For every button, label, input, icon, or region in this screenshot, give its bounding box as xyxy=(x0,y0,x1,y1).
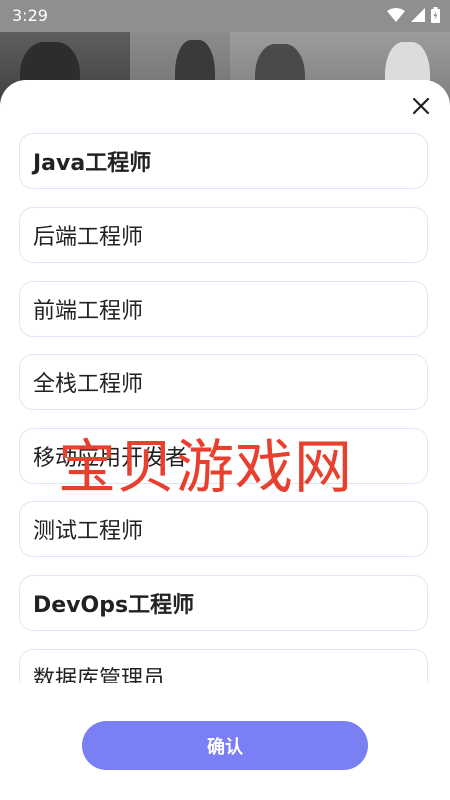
option-label: Java工程师 xyxy=(33,151,152,176)
option-mobile-developer[interactable]: 移动应用开发者 xyxy=(19,428,428,484)
wifi-icon xyxy=(387,8,405,22)
confirm-button[interactable]: 确认 xyxy=(82,721,368,770)
option-fullstack-engineer[interactable]: 全栈工程师 xyxy=(19,354,428,410)
option-label: 全栈工程师 xyxy=(33,372,144,397)
option-devops-engineer[interactable]: DevOps工程师 xyxy=(19,575,428,631)
option-frontend-engineer[interactable]: 前端工程师 xyxy=(19,281,428,337)
battery-icon xyxy=(431,7,440,23)
option-test-engineer[interactable]: 测试工程师 xyxy=(19,501,428,557)
option-database-admin[interactable]: 数据库管理员 xyxy=(19,649,428,683)
status-time: 3:29 xyxy=(12,6,48,25)
option-label: 测试工程师 xyxy=(33,519,144,544)
option-java-engineer[interactable]: Java工程师 xyxy=(19,133,428,189)
bottom-sheet: Java工程师 后端工程师 前端工程师 全栈工程师 移动应用开发者 测试工程师 … xyxy=(0,80,450,800)
job-option-list[interactable]: Java工程师 后端工程师 前端工程师 全栈工程师 移动应用开发者 测试工程师 … xyxy=(0,133,450,683)
option-label: 前端工程师 xyxy=(33,299,144,324)
option-label: 数据库管理员 xyxy=(33,667,166,683)
option-label: 后端工程师 xyxy=(33,225,144,250)
status-icons xyxy=(387,7,440,23)
signal-icon xyxy=(411,8,425,22)
option-label: 移动应用开发者 xyxy=(33,446,188,471)
option-backend-engineer[interactable]: 后端工程师 xyxy=(19,207,428,263)
status-bar: 3:29 xyxy=(0,0,450,32)
option-label: DevOps工程师 xyxy=(33,593,195,618)
close-icon[interactable] xyxy=(411,96,431,116)
